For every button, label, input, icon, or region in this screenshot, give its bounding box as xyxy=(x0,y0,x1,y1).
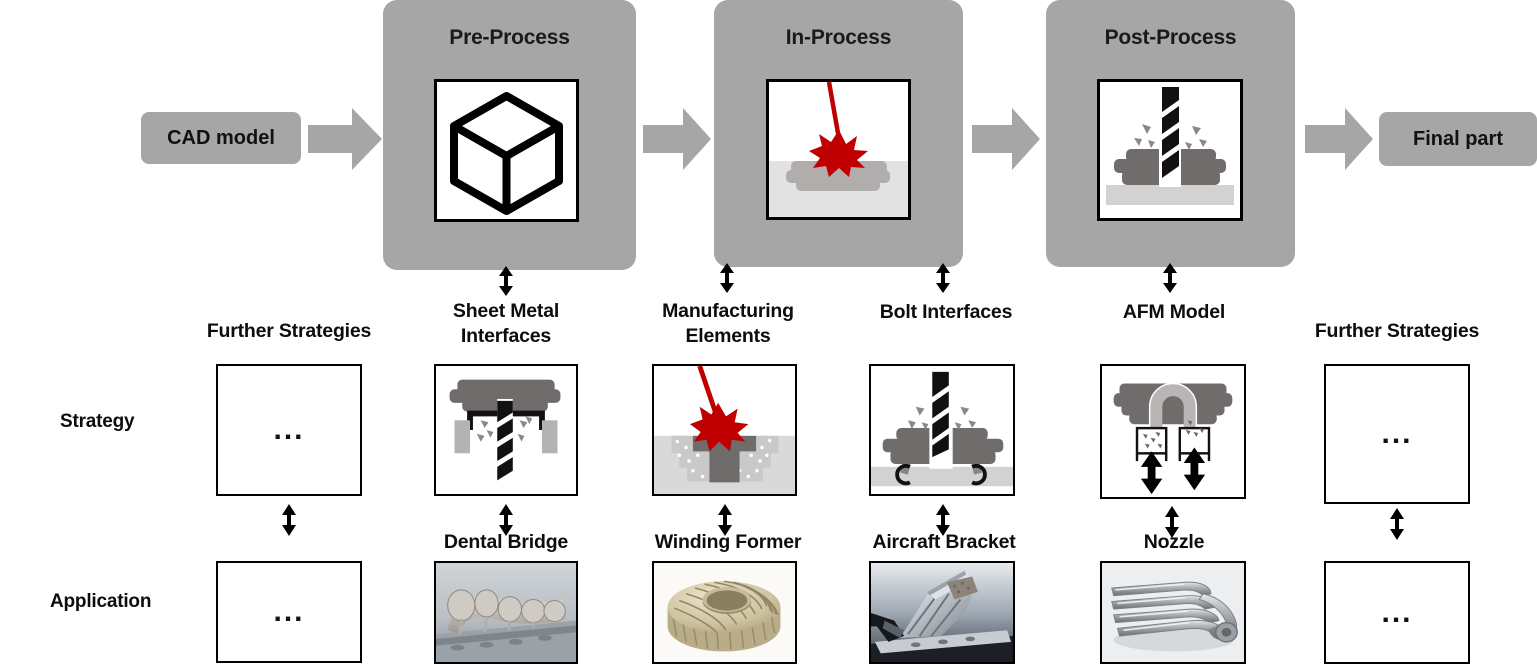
column-heading-afm-model: AFM Model xyxy=(1122,301,1226,323)
cad-model-label: CAD model xyxy=(167,126,275,149)
strategy-ellipsis-left: ... xyxy=(273,413,305,446)
application-heading-dental-bridge: Dental Bridge xyxy=(443,531,569,553)
application-heading-aircraft-bracket: Aircraft Bracket xyxy=(872,531,1016,553)
column-heading-manufacturing-elements: Manufacturing Elements xyxy=(640,299,816,349)
application-cell-winding-former[interactable] xyxy=(652,561,797,664)
double-arrow-vertical-icon-post xyxy=(1162,263,1178,293)
arrow-right-icon-4 xyxy=(1305,108,1373,170)
winding-former-photo xyxy=(654,563,795,662)
laser-melting-icon xyxy=(769,82,908,217)
sheet-metal-drilling-icon xyxy=(436,366,576,494)
double-arrow-vertical-icon-col0 xyxy=(281,504,297,536)
application-cell-aircraft-bracket[interactable] xyxy=(869,561,1015,664)
application-cell-dental-bridge[interactable] xyxy=(434,561,578,664)
drilling-icon xyxy=(1100,82,1240,218)
cad-model-node[interactable]: CAD model xyxy=(141,112,301,164)
final-part-node[interactable]: Final part xyxy=(1379,112,1537,166)
final-part-label: Final part xyxy=(1412,127,1503,150)
arrow-right-icon-3 xyxy=(972,108,1040,170)
application-cell-further-left[interactable]: ... xyxy=(216,561,362,663)
stage-title-in-process: In-Process xyxy=(785,26,892,49)
stage-title-pre-process: Pre-Process xyxy=(449,26,570,49)
column-heading-sheet-metal-interfaces: Sheet Metal Interfaces xyxy=(420,299,592,349)
application-heading-winding-former: Winding Former xyxy=(654,531,802,553)
strategy-ellipsis-right: ... xyxy=(1381,417,1413,450)
diagram-canvas: CAD model Pre-Process In-Process Post-Pr… xyxy=(0,0,1537,664)
bolt-drilling-icon xyxy=(871,366,1013,494)
laser-melting-powder-icon xyxy=(654,366,795,494)
strategy-cell-afm-model[interactable] xyxy=(1100,364,1246,499)
application-heading-nozzle: Nozzle xyxy=(1143,531,1205,553)
dental-bridge-photo xyxy=(436,563,576,662)
strategy-cell-further-left[interactable]: ... xyxy=(216,364,362,496)
double-arrow-vertical-icon-in-right xyxy=(935,263,951,293)
drilling-icon-frame xyxy=(1097,79,1243,221)
double-arrow-vertical-icon-in-left xyxy=(719,263,735,293)
column-heading-further-strategies-left: Further Strategies xyxy=(206,320,372,342)
application-cell-further-right[interactable]: ... xyxy=(1324,561,1470,664)
application-ellipsis-left: ... xyxy=(273,595,305,628)
heading-line-1: Sheet Metal xyxy=(452,300,560,322)
aircraft-bracket-photo xyxy=(871,563,1013,662)
heading-line-2: Elements xyxy=(685,325,771,347)
column-heading-further-strategies-right: Further Strategies xyxy=(1314,320,1480,342)
cube-icon xyxy=(450,92,563,215)
abrasive-flow-machining-icon xyxy=(1102,366,1244,497)
double-arrow-vertical-icon-pre xyxy=(498,266,514,296)
application-cell-nozzle[interactable] xyxy=(1100,561,1246,664)
cube-icon-frame xyxy=(434,79,579,222)
strategy-cell-further-right[interactable]: ... xyxy=(1324,364,1470,504)
heading-line-2: Interfaces xyxy=(460,325,552,347)
row-label-strategy: Strategy xyxy=(60,411,135,432)
column-heading-bolt-interfaces: Bolt Interfaces xyxy=(879,301,1013,323)
arrow-right-icon-1 xyxy=(308,108,382,170)
arrow-right-icon-2 xyxy=(643,108,711,170)
row-label-application: Application xyxy=(50,591,152,612)
application-ellipsis-right: ... xyxy=(1381,595,1413,629)
laser-melting-icon-frame xyxy=(766,79,911,220)
strategy-cell-sheet-metal[interactable] xyxy=(434,364,578,496)
double-arrow-vertical-icon-col5 xyxy=(1389,508,1405,540)
strategy-cell-bolt-interfaces[interactable] xyxy=(869,364,1015,496)
strategy-cell-manufacturing-elements[interactable] xyxy=(652,364,797,496)
stage-title-post-process: Post-Process xyxy=(1104,26,1237,49)
heading-line-1: Manufacturing xyxy=(662,300,794,322)
nozzle-photo xyxy=(1102,563,1244,662)
